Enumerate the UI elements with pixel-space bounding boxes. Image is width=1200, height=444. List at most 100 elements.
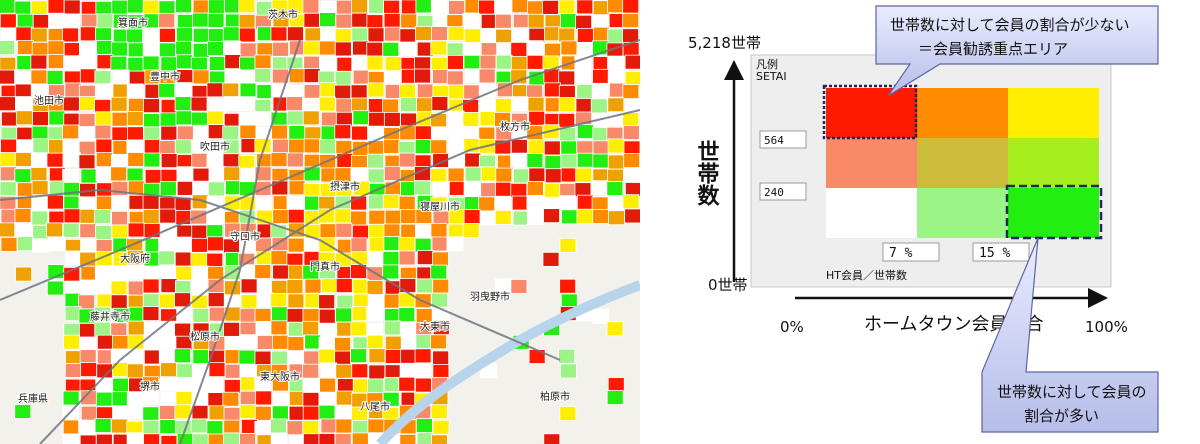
- map-district: [415, 224, 432, 240]
- map-place-label: 吹田市: [200, 140, 230, 153]
- map-district: [207, 0, 225, 15]
- map-district: [206, 236, 224, 252]
- map-district: [78, 154, 96, 170]
- map-district: [303, 166, 321, 182]
- map-district: [142, 194, 160, 210]
- map-district: [367, 418, 385, 434]
- map-district: [416, 432, 434, 444]
- map-district: [143, 126, 161, 142]
- map-district: [462, 13, 480, 28]
- map-district: [302, 392, 320, 407]
- map-district: [368, 209, 386, 225]
- map-district: [158, 293, 176, 309]
- map-district: [494, 13, 512, 29]
- map-district: [576, 194, 594, 210]
- map-district: [208, 28, 225, 44]
- map-district: [206, 377, 224, 393]
- map-district: [400, 223, 418, 239]
- map-district: [510, 182, 528, 198]
- map-district: [112, 69, 130, 85]
- map-district: [286, 279, 304, 295]
- map-district: [351, 97, 368, 113]
- map-district: [464, 152, 482, 168]
- map-district: [176, 307, 194, 323]
- map-district: [14, 0, 32, 16]
- map-district: [446, 42, 464, 58]
- map-district: [352, 420, 369, 435]
- map-district: [287, 110, 304, 126]
- map-district: [31, 196, 49, 212]
- map-district: [414, 180, 431, 196]
- map-district: [592, 127, 610, 142]
- map-place-label: 池田市: [34, 94, 64, 107]
- map-district: [336, 0, 353, 15]
- map-district: [208, 405, 226, 421]
- map-district: [143, 98, 160, 114]
- map-district: [79, 208, 97, 224]
- map-district: [592, 140, 610, 156]
- map-district: [367, 153, 384, 169]
- legend-cell: [917, 138, 1008, 188]
- map-place-label: 箕面市: [118, 16, 148, 29]
- map-district: [367, 27, 385, 43]
- map-district: [192, 0, 210, 15]
- map-district: [414, 237, 432, 253]
- map-district: [366, 41, 384, 57]
- map-district: [238, 69, 255, 85]
- map-district: [79, 126, 97, 141]
- map-district: [111, 210, 128, 226]
- map-district: [0, 13, 17, 29]
- map-district: [174, 322, 191, 338]
- legend-cell: [826, 88, 917, 138]
- map-district: [560, 140, 578, 156]
- map-district: [511, 96, 528, 112]
- map-district: [95, 0, 113, 16]
- map-district: [110, 294, 128, 310]
- map-district: [143, 349, 161, 365]
- map-district: [318, 294, 336, 310]
- map-district: [624, 208, 640, 224]
- map-district: [272, 392, 290, 408]
- map-district: [302, 405, 320, 421]
- map-district: [352, 378, 370, 394]
- top-callout-line2: ＝会員勧誘重点エリア: [918, 40, 1068, 58]
- y-threshold-low: 240: [764, 186, 784, 199]
- map-district: [222, 82, 240, 98]
- map-district: [127, 126, 144, 142]
- map-district: [192, 307, 210, 323]
- map-district: [543, 26, 561, 42]
- map-district: [111, 41, 128, 57]
- map-district: [62, 419, 80, 435]
- map-district: [191, 237, 208, 253]
- map-district: [222, 26, 240, 42]
- map-district: [256, 84, 274, 100]
- map-district: [463, 181, 481, 197]
- map-district: [110, 280, 128, 296]
- map-district: [207, 13, 225, 28]
- map-district: [174, 96, 192, 112]
- map-district: [494, 278, 512, 294]
- map-district: [447, 54, 464, 70]
- map-district: [576, 84, 594, 99]
- map-district: [478, 0, 495, 15]
- map-district: [207, 433, 225, 444]
- map-district: [494, 209, 512, 225]
- map-district: [62, 390, 80, 406]
- map-district: [447, 26, 465, 41]
- map-district: [318, 404, 336, 420]
- map-district: [303, 182, 321, 198]
- map-district: [142, 406, 160, 422]
- map-district: [223, 432, 240, 444]
- map-district: [126, 432, 144, 444]
- map-district: [224, 0, 241, 14]
- map-district: [159, 112, 177, 128]
- map-district: [65, 350, 82, 366]
- map-district: [255, 196, 272, 212]
- map-district: [607, 55, 624, 71]
- map-district: [399, 41, 417, 57]
- map-place-label: 堺市: [140, 380, 160, 393]
- map-district: [94, 209, 111, 224]
- map-district: [47, 126, 65, 142]
- map-district: [366, 334, 384, 350]
- map-district: [416, 278, 434, 294]
